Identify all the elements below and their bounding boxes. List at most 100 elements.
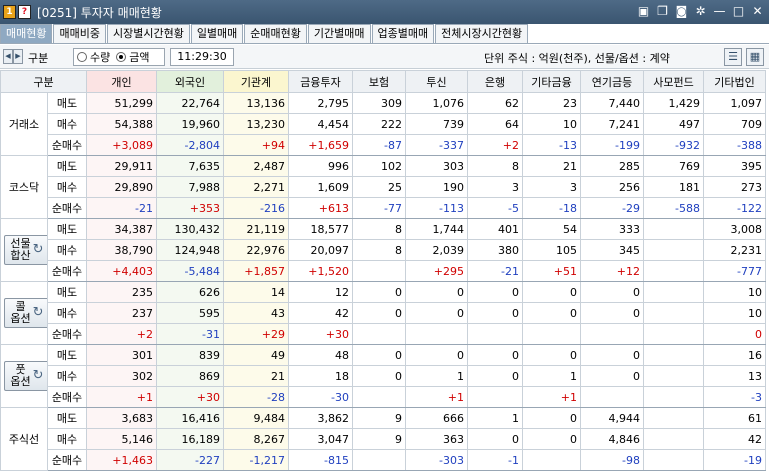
column-header-1[interactable]: 개인 xyxy=(86,70,157,93)
value-cell: -30 xyxy=(288,386,353,408)
value-cell: 0 xyxy=(467,344,523,366)
value-cell: 0 xyxy=(580,365,644,387)
value-cell: -303 xyxy=(405,449,468,471)
tab-1[interactable]: 매매비중 xyxy=(53,24,106,43)
market-toggle-button[interactable]: 선물 합산 ↻ xyxy=(4,235,47,265)
value-cell: 235 xyxy=(86,281,157,303)
value-cell: 0 xyxy=(467,428,523,450)
value-cell: +51 xyxy=(522,260,581,282)
table-row: 매수 237 595 43 42 0 0 0 0 0 10 xyxy=(1,302,766,324)
gear-icon[interactable]: ✲ xyxy=(693,4,708,19)
value-cell: 22,764 xyxy=(156,92,224,114)
column-header-5[interactable]: 보험 xyxy=(352,70,406,93)
column-header-11[interactable]: 기타법인 xyxy=(703,70,766,93)
market-group-4[interactable]: 풋 옵션 ↻ xyxy=(0,344,48,408)
value-cell: +94 xyxy=(223,134,289,156)
minimize-icon[interactable]: — xyxy=(712,4,727,19)
column-header-6[interactable]: 투신 xyxy=(405,70,468,93)
value-cell: 3,047 xyxy=(288,428,353,450)
radio-amount[interactable] xyxy=(116,52,127,62)
value-cell: 1,076 xyxy=(405,92,468,114)
value-cell: -1,217 xyxy=(223,449,289,471)
grid-view-icon[interactable]: ▦ xyxy=(746,48,764,66)
tab-4[interactable]: 순매매현황 xyxy=(244,24,307,43)
refresh-icon[interactable]: ↻ xyxy=(33,306,44,319)
value-cell: 0 xyxy=(352,344,406,366)
market-toggle-button[interactable]: 콜 옵션 ↻ xyxy=(4,298,47,328)
column-header-7[interactable]: 은행 xyxy=(467,70,523,93)
market-toggle-button[interactable]: 풋 옵션 ↻ xyxy=(4,361,47,391)
value-cell: +613 xyxy=(288,197,353,219)
market-label: 풋 옵션 xyxy=(10,364,30,388)
value-cell: +2 xyxy=(467,134,523,156)
table-row: 콜 옵션 ↻ 매도 235 626 14 12 0 0 0 0 0 10 xyxy=(0,281,766,345)
value-cell: 49 xyxy=(223,344,289,366)
column-header-4[interactable]: 금융투자 xyxy=(288,70,353,93)
value-cell: 190 xyxy=(405,176,468,198)
table-row: 매수 54,388 19,960 13,230 4,454 222 739 64 10 7,241… xyxy=(1,113,766,135)
close-icon[interactable]: ✕ xyxy=(750,4,765,19)
value-cell: +1 xyxy=(86,386,157,408)
value-cell: +295 xyxy=(405,260,468,282)
value-cell: 25 xyxy=(352,176,406,198)
value-cell: -216 xyxy=(223,197,289,219)
market-group-3[interactable]: 콜 옵션 ↻ xyxy=(0,281,48,345)
value-cell: 42 xyxy=(703,428,766,450)
tab-0[interactable]: 매매현황 xyxy=(0,24,53,43)
row-type-label: 매도 xyxy=(47,155,87,177)
column-header-8[interactable]: 기타금융 xyxy=(522,70,581,93)
value-cell: 13,136 xyxy=(223,92,289,114)
copy-icon[interactable]: ❐ xyxy=(655,4,670,19)
value-cell: 13,230 xyxy=(223,113,289,135)
value-cell: 0 xyxy=(467,302,523,324)
value-cell xyxy=(643,218,704,240)
market-group-2[interactable]: 선물 합산 ↻ xyxy=(0,218,48,282)
tab-5[interactable]: 기간별매매 xyxy=(307,24,371,43)
value-cell: 7,635 xyxy=(156,155,224,177)
next-arrow-icon[interactable]: ▶ xyxy=(13,49,23,64)
radio-quantity[interactable] xyxy=(77,52,87,62)
tab-7[interactable]: 전체시장시간현황 xyxy=(435,24,529,43)
column-header-9[interactable]: 연기금등 xyxy=(580,70,644,93)
radio-quantity-label[interactable]: 수량 xyxy=(90,49,110,65)
refresh-icon[interactable]: ↻ xyxy=(33,369,44,382)
radio-amount-label[interactable]: 금액 xyxy=(129,49,149,65)
value-cell: 1,609 xyxy=(288,176,353,198)
value-cell: 0 xyxy=(467,365,523,387)
value-cell xyxy=(405,323,468,345)
value-cell: 237 xyxy=(86,302,157,324)
maximize-icon[interactable]: □ xyxy=(731,4,746,19)
value-cell: 10 xyxy=(703,302,766,324)
screen-number-badge[interactable]: 1 xyxy=(3,5,16,19)
column-header-3[interactable]: 기관계 xyxy=(223,70,289,93)
value-cell: 256 xyxy=(580,176,644,198)
column-header-10[interactable]: 사모펀드 xyxy=(643,70,704,93)
tab-6[interactable]: 업종별매매 xyxy=(371,24,435,43)
list-view-icon[interactable]: ☰ xyxy=(724,48,742,66)
value-cell: 16,189 xyxy=(156,428,224,450)
time-field[interactable]: 11:29:30 xyxy=(170,48,234,66)
row-type-label: 매수 xyxy=(47,302,87,324)
value-cell: 61 xyxy=(703,407,766,429)
refresh-icon[interactable]: ↻ xyxy=(33,243,44,256)
value-cell: 8 xyxy=(352,239,406,261)
market-group-1: 코스닥 xyxy=(0,155,48,219)
value-cell: 709 xyxy=(703,113,766,135)
value-cell: 181 xyxy=(643,176,704,198)
value-cell xyxy=(643,449,704,471)
column-header-0[interactable]: 구분 xyxy=(0,70,87,93)
camera-icon[interactable]: ◙ xyxy=(674,4,689,19)
link-icon[interactable]: ▣ xyxy=(636,4,651,19)
value-cell xyxy=(643,239,704,261)
tab-3[interactable]: 일별매매 xyxy=(190,24,244,43)
tab-2[interactable]: 시장별시간현황 xyxy=(106,24,190,43)
help-button[interactable]: ? xyxy=(18,5,31,19)
value-cell: 2,039 xyxy=(405,239,468,261)
value-cell: 4,454 xyxy=(288,113,353,135)
value-cell: -21 xyxy=(467,260,523,282)
prev-arrow-icon[interactable]: ◀ xyxy=(3,49,13,64)
column-header-2[interactable]: 외국인 xyxy=(156,70,224,93)
row-type-label: 매도 xyxy=(47,218,87,240)
value-cell: 4,944 xyxy=(580,407,644,429)
value-cell: 130,432 xyxy=(156,218,224,240)
